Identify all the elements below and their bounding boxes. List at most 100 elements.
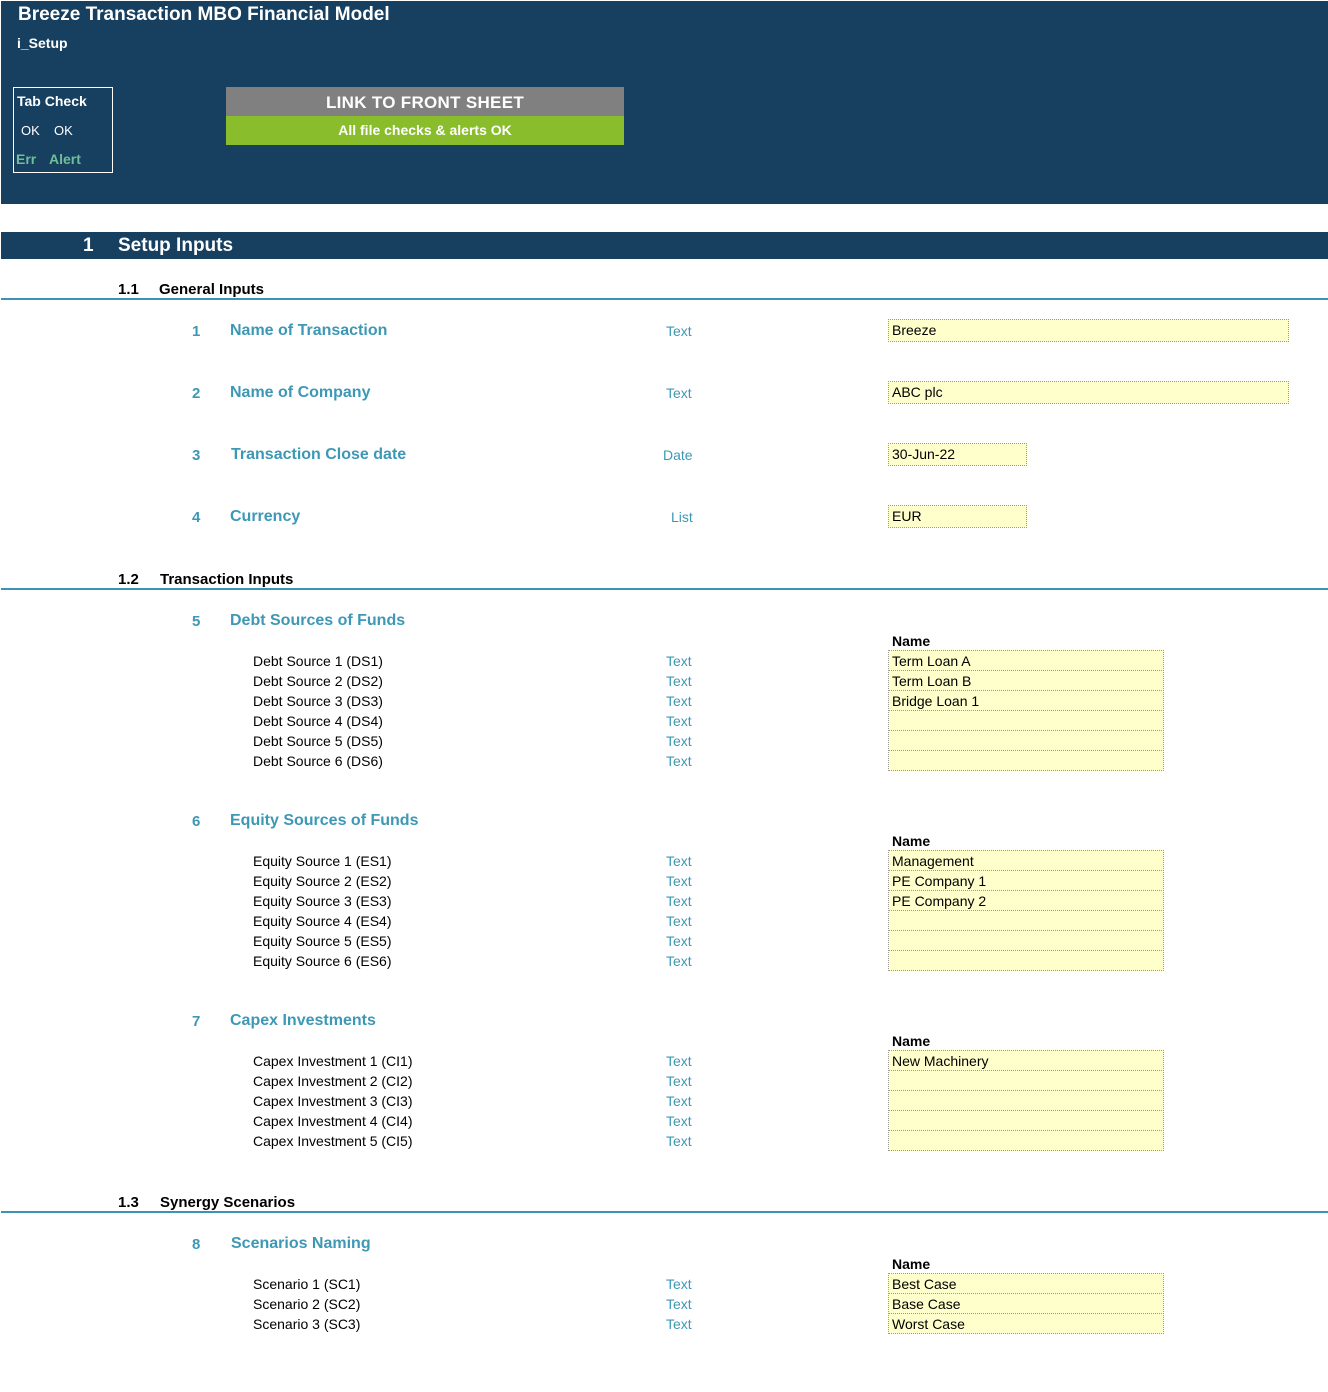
scenario-name-input[interactable]: Worst Case [888, 1313, 1164, 1334]
item-number: 4 [192, 509, 201, 526]
equity-source-name-input[interactable]: PE Company 1 [888, 870, 1164, 891]
equity-source-label: Equity Source 4 (ES4) [253, 913, 392, 929]
scenario-label: Scenario 3 (SC3) [253, 1316, 361, 1332]
item-number: 5 [192, 613, 201, 630]
capex-investment-label: Capex Investment 5 (CI5) [253, 1133, 413, 1149]
item-title: Name of Transaction [230, 322, 388, 339]
input-type-label: Text [666, 733, 692, 749]
debt-source-name-input[interactable] [888, 750, 1164, 771]
item-number: 1 [192, 323, 201, 340]
capex-investment-label: Capex Investment 2 (CI2) [253, 1073, 413, 1089]
app-title: Breeze Transaction MBO Financial Model [18, 4, 390, 25]
input-type-label: Text [666, 893, 692, 909]
item-title: Transaction Close date [231, 446, 407, 463]
equity-source-name-input[interactable] [888, 910, 1164, 931]
input-type-label: Text [666, 673, 692, 689]
input-type-label: Text [666, 873, 692, 889]
equity-source-name-input[interactable] [888, 950, 1164, 971]
input-type-label: Text [666, 953, 692, 969]
debt-source-label: Debt Source 2 (DS2) [253, 673, 383, 689]
name-column-header: Name [892, 633, 931, 649]
item-title: Name of Company [230, 384, 371, 401]
debt-source-name-input[interactable]: Bridge Loan 1 [888, 690, 1164, 711]
input-type-label: Text [666, 853, 692, 869]
input-type-label: Text [666, 323, 692, 339]
equity-source-label: Equity Source 2 (ES2) [253, 873, 392, 889]
equity-source-name-input[interactable]: Management [888, 850, 1164, 871]
scenario-name-input[interactable]: Base Case [888, 1293, 1164, 1314]
subsection-divider [1, 588, 1328, 590]
input-type-label: Text [666, 1296, 692, 1312]
capex-investment-name-input[interactable] [888, 1070, 1164, 1091]
input-type-label: Text [666, 1113, 692, 1129]
equity-source-name-input[interactable]: PE Company 2 [888, 890, 1164, 911]
item-number: 6 [192, 813, 201, 830]
input-type-label: Text [666, 933, 692, 949]
name-column-header: Name [892, 1033, 931, 1049]
tab-check-title: Tab Check [17, 93, 87, 109]
input-type-label: Text [666, 653, 692, 669]
debt-source-label: Debt Source 4 (DS4) [253, 713, 383, 729]
capex-investment-name-input[interactable] [888, 1090, 1164, 1111]
scenario-label: Scenario 1 (SC1) [253, 1276, 361, 1292]
name-column-header: Name [892, 833, 931, 849]
file-checks-status: All file checks & alerts OK [226, 116, 624, 145]
input-type-label: Text [666, 385, 692, 401]
capex-investment-name-input[interactable] [888, 1110, 1164, 1131]
input-type-label: Text [666, 693, 692, 709]
subsection-title: Transaction Inputs [160, 571, 294, 588]
item-title: Currency [230, 508, 301, 525]
tab-check-ok: OK [54, 123, 73, 138]
input-type-label: Text [666, 713, 692, 729]
subsection-number: 1.2 [118, 571, 139, 588]
scenario-label: Scenario 2 (SC2) [253, 1296, 361, 1312]
header-banner [1, 1, 1328, 204]
input-type-label: Text [666, 913, 692, 929]
tab-check-err-label: Err [16, 151, 37, 167]
transaction-name-input[interactable]: Breeze [888, 319, 1289, 342]
equity-source-label: Equity Source 6 (ES6) [253, 953, 392, 969]
sheet-name: i_Setup [17, 35, 68, 51]
equity-source-label: Equity Source 5 (ES5) [253, 933, 392, 949]
debt-source-name-input[interactable]: Term Loan B [888, 670, 1164, 691]
item-title: Capex Investments [230, 1012, 376, 1029]
company-name-input[interactable]: ABC plc [888, 381, 1289, 404]
section-title: Setup Inputs [118, 235, 234, 256]
capex-investment-label: Capex Investment 1 (CI1) [253, 1053, 413, 1069]
close-date-input[interactable]: 30-Jun-22 [888, 443, 1027, 466]
item-number: 2 [192, 385, 201, 402]
link-to-front-sheet-button[interactable]: LINK TO FRONT SHEET [226, 87, 624, 116]
name-column-header: Name [892, 1256, 931, 1272]
input-type-label: Text [666, 1053, 692, 1069]
item-number: 8 [192, 1236, 201, 1253]
equity-source-label: Equity Source 1 (ES1) [253, 853, 392, 869]
subsection-title: Synergy Scenarios [160, 1194, 296, 1211]
input-type-label: Text [666, 753, 692, 769]
subsection-number: 1.3 [118, 1194, 139, 1211]
equity-source-label: Equity Source 3 (ES3) [253, 893, 392, 909]
debt-source-label: Debt Source 3 (DS3) [253, 693, 383, 709]
capex-investment-label: Capex Investment 3 (CI3) [253, 1093, 413, 1109]
debt-source-label: Debt Source 6 (DS6) [253, 753, 383, 769]
capex-investment-label: Capex Investment 4 (CI4) [253, 1113, 413, 1129]
debt-source-name-input[interactable] [888, 730, 1164, 751]
item-number: 7 [192, 1013, 201, 1030]
item-number: 3 [192, 447, 201, 464]
debt-source-name-input[interactable] [888, 710, 1164, 731]
item-title: Debt Sources of Funds [230, 612, 406, 629]
capex-investment-name-input[interactable]: New Machinery [888, 1050, 1164, 1071]
input-type-label: Date [663, 447, 693, 463]
item-title: Scenarios Naming [231, 1235, 371, 1252]
subsection-divider [1, 298, 1328, 300]
subsection-title: General Inputs [159, 281, 265, 298]
debt-source-label: Debt Source 5 (DS5) [253, 733, 383, 749]
capex-investment-name-input[interactable] [888, 1130, 1164, 1151]
input-type-label: Text [666, 1316, 692, 1332]
scenario-name-input[interactable]: Best Case [888, 1273, 1164, 1294]
currency-select[interactable]: EUR [888, 505, 1027, 528]
debt-source-name-input[interactable]: Term Loan A [888, 650, 1164, 671]
input-type-label: Text [666, 1073, 692, 1089]
equity-source-name-input[interactable] [888, 930, 1164, 951]
subsection-number: 1.1 [118, 281, 139, 298]
input-type-label: Text [666, 1093, 692, 1109]
